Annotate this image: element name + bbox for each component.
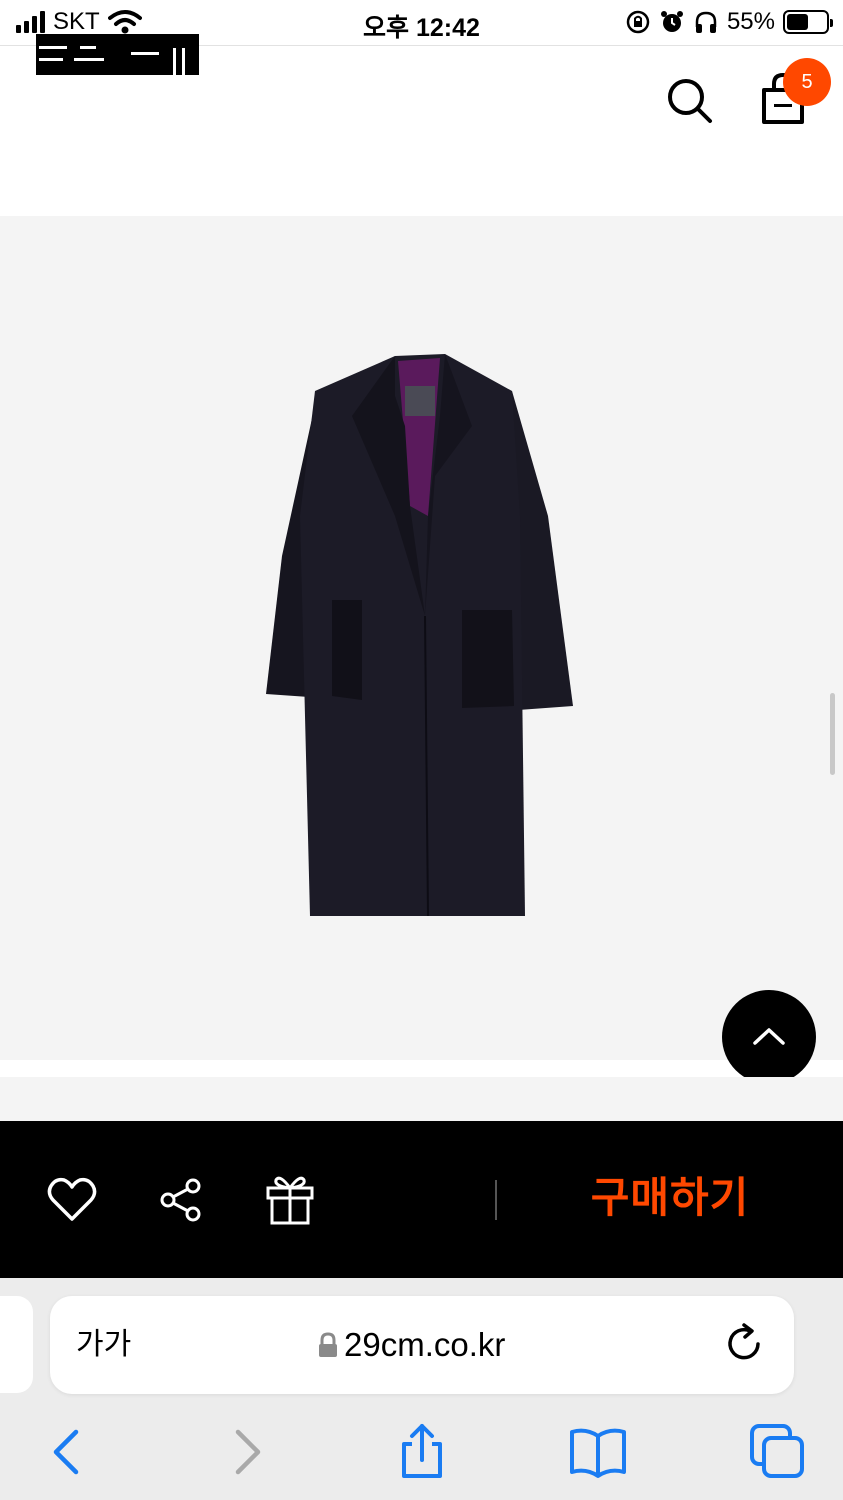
buy-button[interactable]: 구매하기	[570, 1166, 770, 1230]
page-scroll-indicator[interactable]	[830, 693, 835, 775]
back-icon[interactable]	[36, 1422, 96, 1482]
gift-icon	[266, 1176, 314, 1225]
url-display[interactable]: 29cm.co.kr	[318, 1322, 578, 1368]
action-divider	[495, 1180, 497, 1220]
lock-icon	[319, 1332, 337, 1357]
status-right: 55%	[625, 8, 833, 36]
alarm-icon	[660, 11, 683, 32]
coat-product-image	[266, 354, 573, 917]
like-button[interactable]	[46, 1174, 98, 1226]
product-next-section	[0, 1077, 843, 1121]
tabs-icon[interactable]	[748, 1422, 808, 1482]
29cm-logo-icon[interactable]	[36, 34, 199, 75]
headphones-icon	[695, 11, 717, 33]
product-image-area[interactable]	[0, 216, 843, 1060]
text-size-button[interactable]: 가가	[76, 1322, 146, 1368]
chevron-up-icon	[753, 1028, 785, 1045]
scroll-to-top-button[interactable]	[722, 990, 816, 1084]
share-icon	[160, 1178, 201, 1222]
rotation-lock-icon	[626, 10, 650, 34]
share-button[interactable]	[158, 1176, 204, 1224]
search-icon[interactable]	[664, 76, 714, 126]
previous-tab-edge[interactable]	[0, 1296, 33, 1393]
reload-icon[interactable]	[720, 1320, 768, 1368]
forward-icon[interactable]	[218, 1422, 278, 1482]
battery-icon	[783, 10, 833, 34]
gift-button[interactable]	[264, 1172, 316, 1226]
cart-count-badge: 5	[783, 58, 831, 106]
bookmarks-icon[interactable]	[568, 1422, 628, 1482]
share-sheet-icon[interactable]	[392, 1422, 452, 1482]
battery-percentage: 55%	[726, 8, 775, 35]
heart-icon	[47, 1177, 97, 1221]
url-text: 29cm.co.kr	[344, 1326, 506, 1363]
